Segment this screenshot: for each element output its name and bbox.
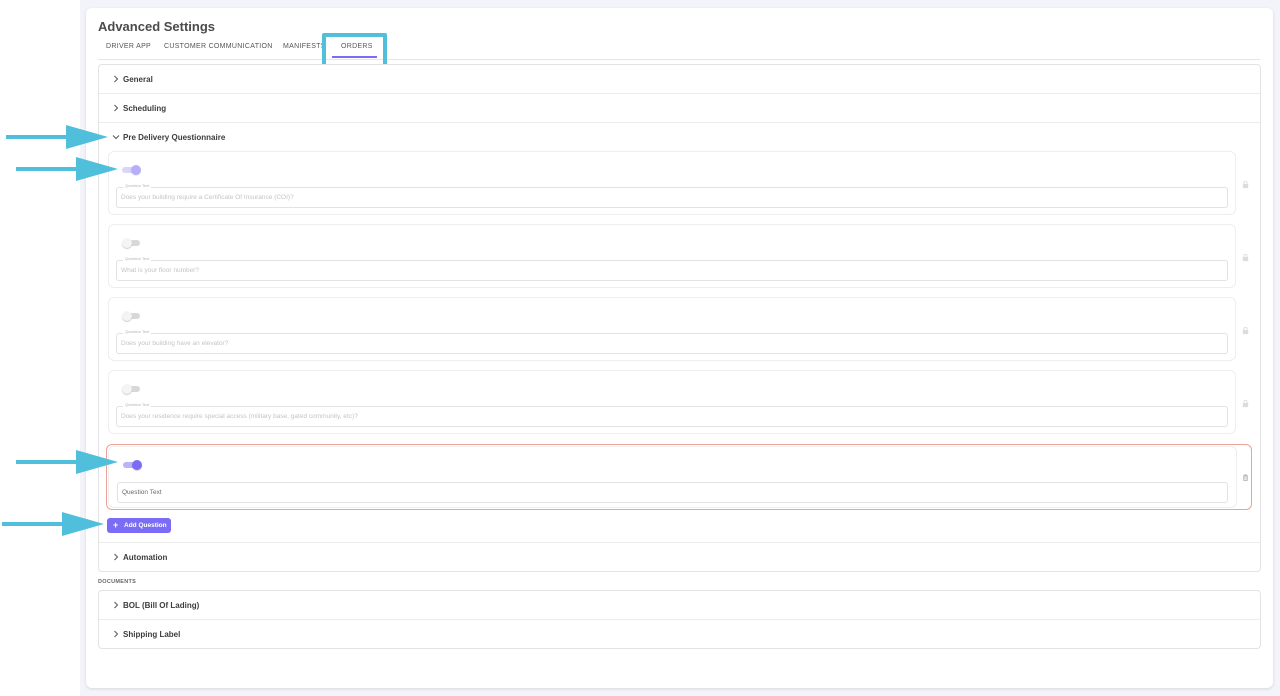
question-text-field[interactable]: Question Text Does your building have an…	[116, 329, 1228, 354]
chevron-right-icon	[114, 630, 119, 638]
lock-icon	[1242, 253, 1249, 262]
annotation-arrow	[16, 157, 118, 181]
lock-icon	[1242, 180, 1249, 189]
accordion-scheduling-label: Scheduling	[123, 104, 167, 113]
trash-icon[interactable]	[1241, 473, 1250, 482]
question-text-field[interactable]: Question Text Does your building require…	[116, 183, 1228, 208]
question-enabled-toggle[interactable]	[122, 311, 142, 321]
accordion-shipping-label-text: Shipping Label	[123, 630, 181, 639]
question-card: Question Text Does your building require…	[108, 151, 1236, 215]
tab-driver-app[interactable]: DRIVER APP	[106, 43, 151, 50]
question-text-field[interactable]: Question Text Does your residence requir…	[116, 402, 1228, 427]
chevron-right-icon	[114, 601, 119, 609]
orders-tab-highlight	[322, 33, 387, 68]
lock-icon	[1242, 326, 1249, 335]
lock-icon	[1242, 399, 1249, 408]
question-enabled-toggle[interactable]	[122, 384, 142, 394]
accordion-pre-delivery-questionnaire[interactable]: Pre Delivery Questionnaire	[99, 123, 1260, 152]
left-margin	[0, 0, 80, 696]
question-card: Question Text Does your residence requir…	[108, 370, 1236, 434]
accordion-general-label: General	[123, 75, 153, 84]
new-question-inner: Question Text	[108, 446, 1237, 508]
accordion-general[interactable]: General	[99, 65, 1260, 94]
chevron-down-icon	[112, 135, 120, 140]
annotation-arrow	[2, 512, 104, 536]
documents-accordion: BOL (Bill Of Lading) Shipping Label	[98, 590, 1261, 649]
chevron-right-icon	[114, 553, 119, 561]
tab-manifests[interactable]: MANIFESTS	[283, 43, 326, 50]
question-field-value: Does your residence require special acce…	[121, 413, 358, 420]
accordion-shipping-label[interactable]: Shipping Label	[99, 620, 1260, 649]
accordion-automation-label: Automation	[123, 553, 168, 562]
accordion-bol[interactable]: BOL (Bill Of Lading)	[99, 591, 1260, 620]
add-question-label: Add Question	[124, 522, 167, 529]
add-question-button[interactable]: + Add Question	[107, 518, 171, 533]
accordion-scheduling[interactable]: Scheduling	[99, 94, 1260, 123]
question-text-field[interactable]: Question Text	[117, 482, 1228, 503]
question-field-placeholder: Question Text	[122, 489, 162, 496]
accordion-bol-label: BOL (Bill Of Lading)	[123, 601, 200, 610]
question-field-label: Question Text	[123, 183, 152, 188]
question-card: Question Text Does your building have an…	[108, 297, 1236, 361]
question-field-label: Question Text	[123, 329, 152, 334]
chevron-right-icon	[114, 104, 119, 112]
question-field-label: Question Text	[123, 256, 152, 261]
question-field-value: Does your building have an elevator?	[121, 340, 229, 347]
chevron-right-icon	[114, 75, 119, 83]
plus-icon: +	[113, 520, 119, 530]
documents-heading: DOCUMENTS	[98, 579, 137, 585]
accordion-automation[interactable]: Automation	[99, 542, 1260, 571]
question-enabled-toggle[interactable]	[122, 238, 142, 248]
page-title: Advanced Settings	[98, 19, 216, 34]
question-field-value: What is your floor number?	[121, 267, 200, 274]
question-text-field[interactable]: Question Text What is your floor number?	[116, 256, 1228, 281]
question-field-label: Question Text	[123, 402, 152, 407]
question-enabled-toggle[interactable]	[122, 165, 142, 175]
tab-bar: DRIVER APP CUSTOMER COMMUNICATION MANIFE…	[98, 36, 1260, 60]
question-card: Question Text What is your floor number?	[108, 224, 1236, 288]
question-field-value: Does your building require a Certificate…	[121, 194, 294, 201]
annotation-arrow	[16, 450, 118, 474]
accordion-pre-delivery-label: Pre Delivery Questionnaire	[123, 133, 226, 142]
new-question-card: Question Text	[106, 444, 1252, 510]
question-enabled-toggle[interactable]	[123, 460, 143, 470]
tab-customer-communication[interactable]: CUSTOMER COMMUNICATION	[164, 43, 273, 50]
annotation-arrow	[6, 125, 108, 149]
